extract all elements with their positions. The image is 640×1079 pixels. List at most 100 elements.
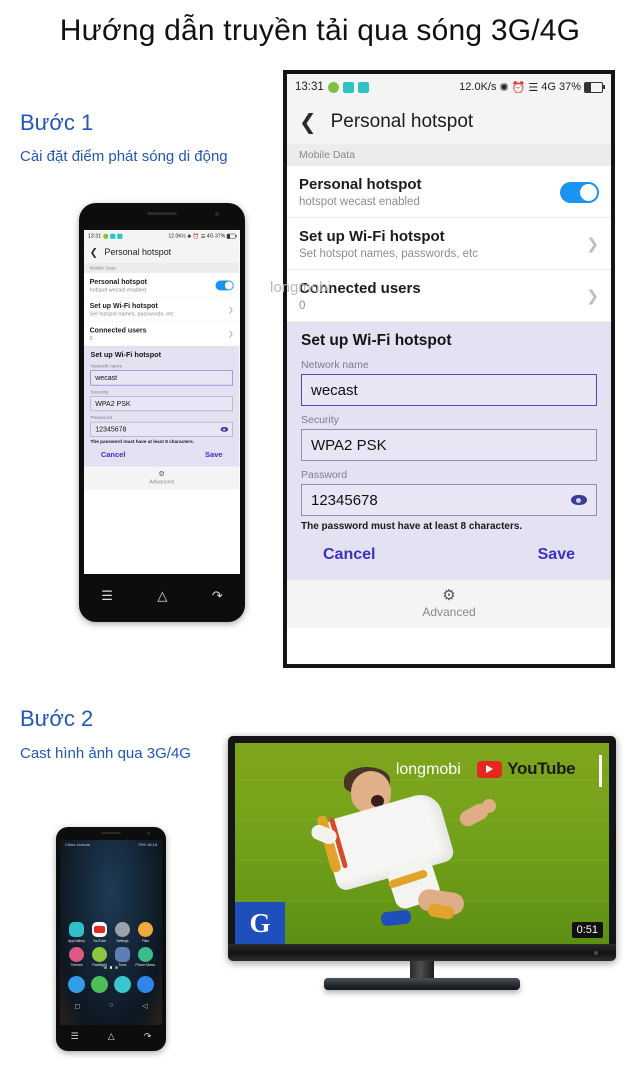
section-label-mobile-data: Mobile Data bbox=[287, 144, 611, 166]
back-icon[interactable]: ◁ bbox=[142, 1002, 147, 1010]
home-icon[interactable]: △ bbox=[157, 588, 167, 604]
screenshot-icon bbox=[117, 233, 123, 239]
cancel-button[interactable]: Cancel bbox=[101, 451, 126, 459]
app-notification-icon bbox=[342, 81, 354, 93]
row-subtitle: 0 bbox=[299, 300, 306, 312]
password-label: Password bbox=[90, 414, 113, 421]
home-icon[interactable]: △ bbox=[108, 1031, 115, 1042]
lock-icon[interactable] bbox=[68, 976, 85, 993]
browser-icon[interactable] bbox=[137, 976, 154, 993]
files-icon bbox=[138, 922, 153, 937]
security-select[interactable]: WPA2 PSK bbox=[301, 429, 597, 461]
advanced-footer[interactable]: ⚙ Advanced bbox=[287, 580, 611, 628]
television: longmobi YouTube G 0:51 bbox=[228, 736, 616, 990]
password-input[interactable]: 12345678 bbox=[90, 421, 233, 437]
step-2-heading: Bước 2 bbox=[20, 706, 94, 731]
save-button[interactable]: Save bbox=[538, 546, 575, 564]
status-time: 13:31 bbox=[295, 81, 324, 93]
advanced-label: Advanced bbox=[149, 478, 175, 486]
app-files[interactable]: Files bbox=[134, 922, 157, 943]
password-value: 12345678 bbox=[95, 425, 127, 434]
app-grid: AppGallery YouTube Settings Files Themes… bbox=[60, 922, 162, 967]
advanced-label: Advanced bbox=[422, 605, 476, 619]
row-set-up-wifi-hotspot[interactable]: Set up Wi-Fi hotspot Set hotspot names, … bbox=[287, 218, 611, 270]
app-flashlight[interactable]: Flashlight bbox=[88, 946, 111, 967]
hotspot-toggle[interactable] bbox=[215, 280, 234, 291]
step-1-subtitle: Cài đặt điểm phát sóng di động bbox=[20, 148, 228, 165]
app-appgallery[interactable]: AppGallery bbox=[65, 922, 88, 943]
tv-watermark-longmobi: longmobi bbox=[395, 761, 461, 779]
eye-icon[interactable] bbox=[571, 495, 587, 505]
row-connected-users[interactable]: Connected users 0 ❯ bbox=[84, 321, 240, 347]
password-hint: The password must have at least 8 charac… bbox=[90, 439, 195, 445]
channel-logo-letter: G bbox=[249, 907, 271, 938]
password-label: Password bbox=[301, 469, 348, 481]
network-type: 4G bbox=[206, 233, 214, 239]
alarm-icon: ⏰ bbox=[511, 81, 526, 94]
app-youtube[interactable]: YouTube bbox=[88, 922, 111, 943]
phone-screen: 13:31 12.0K/s ✺ ⏰ ☰ 4G 37% ❮ Personal ho… bbox=[84, 230, 240, 574]
app-tools[interactable]: Tools bbox=[111, 946, 134, 967]
home-icon[interactable]: ○ bbox=[109, 1002, 113, 1010]
tools-folder-icon bbox=[115, 946, 130, 962]
phone-icon[interactable] bbox=[91, 976, 108, 993]
tv-stand-base bbox=[324, 978, 520, 990]
row-subtitle: Set hotspot names, passwords, etc bbox=[299, 248, 478, 260]
power-led-icon bbox=[594, 951, 598, 955]
mini-settings-mirror: 13:31 12.0K/s ✺ ⏰ ☰ 4G 37% ❮ Personal ho… bbox=[84, 230, 240, 490]
tv-screen: longmobi YouTube G 0:51 bbox=[235, 743, 609, 944]
menu-icon[interactable]: ☰ bbox=[101, 588, 113, 604]
back-icon[interactable]: ↷ bbox=[144, 1031, 152, 1042]
phone-top-bezel bbox=[79, 203, 245, 230]
phone-navigation-bar: ☰ △ ↷ bbox=[79, 574, 245, 618]
dock bbox=[60, 976, 162, 993]
row-subtitle: 0 bbox=[89, 335, 93, 342]
menu-icon[interactable]: ☰ bbox=[71, 1031, 79, 1042]
security-value: WPA2 PSK bbox=[311, 436, 387, 454]
row-personal-hotspot[interactable]: Personal hotspot hotspot wecast enabled bbox=[84, 273, 240, 298]
row-personal-hotspot[interactable]: Personal hotspot hotspot wecast enabled bbox=[287, 166, 611, 218]
eye-icon[interactable] bbox=[220, 427, 229, 432]
security-label: Security bbox=[301, 414, 339, 426]
advanced-footer[interactable]: ⚙ Advanced bbox=[84, 466, 240, 490]
phone-device-step-2: China Unicom 79% 16:16 AppGallery YouTub… bbox=[56, 827, 166, 1051]
network-name-input[interactable]: wecast bbox=[301, 374, 597, 406]
video-duration-badge: 0:51 bbox=[571, 922, 603, 938]
row-connected-users[interactable]: Connected users 0 ❯ bbox=[287, 270, 611, 322]
hotspot-settings-screenshot: 13:31 12.0K/s ✺ ⏰ ☰ 4G 37% ❮ Personal ho… bbox=[283, 70, 615, 668]
save-button[interactable]: Save bbox=[205, 451, 222, 459]
password-input[interactable]: 12345678 bbox=[301, 484, 597, 516]
row-set-up-wifi-hotspot[interactable]: Set up Wi-Fi hotspot Set hotspot names, … bbox=[84, 297, 240, 322]
dialog-title: Set up Wi-Fi hotspot bbox=[90, 350, 162, 359]
gear-icon: ⚙ bbox=[158, 470, 165, 479]
recents-icon[interactable]: ◻ bbox=[74, 1002, 80, 1010]
back-chevron-icon[interactable]: ❮ bbox=[299, 112, 317, 133]
themes-icon bbox=[69, 946, 84, 962]
app-themes[interactable]: Themes bbox=[65, 946, 88, 967]
app-bar: ❮ Personal hotspot bbox=[287, 100, 611, 144]
status-bar-left: 13:31 bbox=[295, 81, 369, 93]
cancel-button[interactable]: Cancel bbox=[323, 546, 375, 564]
network-name-input[interactable]: wecast bbox=[90, 370, 233, 386]
page-dot-active bbox=[109, 966, 113, 969]
row-title: Personal hotspot bbox=[89, 277, 147, 286]
home-status-bar: China Unicom 79% 16:16 bbox=[60, 840, 162, 847]
phone-home-screen: China Unicom 79% 16:16 AppGallery YouTub… bbox=[60, 840, 162, 1025]
row-subtitle: hotspot wecast enabled bbox=[89, 287, 147, 293]
app-bar-title: Personal hotspot bbox=[104, 247, 172, 258]
app-label: Settings bbox=[116, 938, 129, 943]
hotspot-toggle[interactable] bbox=[560, 181, 599, 203]
back-chevron-icon[interactable]: ❮ bbox=[90, 248, 98, 258]
chevron-right-icon: ❯ bbox=[227, 330, 234, 339]
download-icon bbox=[103, 233, 109, 239]
app-phone-manager[interactable]: Phone Mana. bbox=[134, 946, 157, 967]
back-icon[interactable]: ↷ bbox=[212, 588, 223, 604]
row-subtitle: Set hotspot names, passwords, etc bbox=[89, 311, 174, 318]
screenshot-icon bbox=[357, 81, 369, 93]
page-indicator bbox=[60, 966, 162, 969]
app-settings[interactable]: Settings bbox=[111, 922, 134, 943]
security-select[interactable]: WPA2 PSK bbox=[90, 396, 233, 412]
row-title: Connected users bbox=[299, 280, 421, 297]
battery-percent: 37% bbox=[215, 233, 226, 239]
messages-icon[interactable] bbox=[114, 976, 131, 993]
